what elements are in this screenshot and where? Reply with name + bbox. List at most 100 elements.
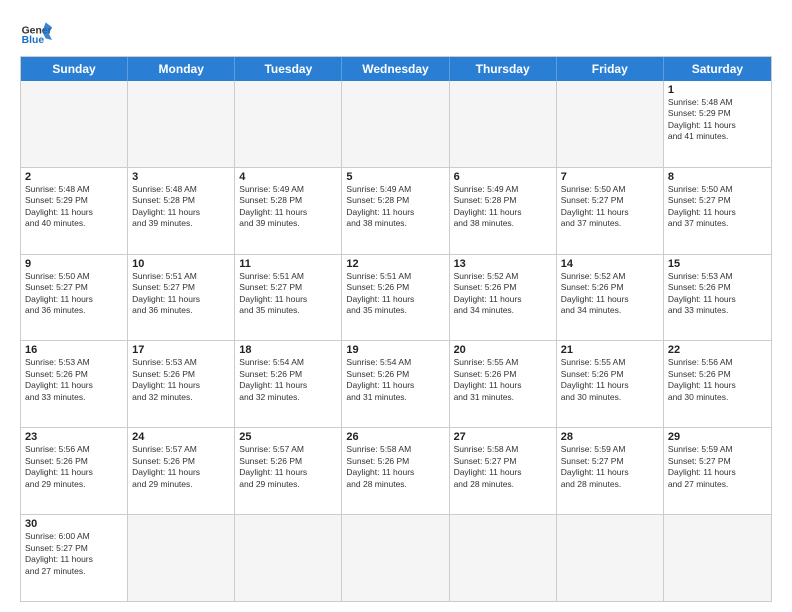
calendar-cell: 6Sunrise: 5:49 AM Sunset: 5:28 PM Daylig… — [450, 168, 557, 254]
generalblue-logo-icon: General Blue — [20, 16, 52, 48]
header-day-wednesday: Wednesday — [342, 57, 449, 81]
header: General Blue — [20, 16, 772, 48]
calendar-cell: 5Sunrise: 5:49 AM Sunset: 5:28 PM Daylig… — [342, 168, 449, 254]
cell-content: Sunrise: 5:56 AM Sunset: 5:26 PM Dayligh… — [668, 357, 767, 403]
day-number: 8 — [668, 171, 767, 183]
cell-content: Sunrise: 5:57 AM Sunset: 5:26 PM Dayligh… — [239, 444, 337, 490]
cell-content: Sunrise: 5:51 AM Sunset: 5:26 PM Dayligh… — [346, 271, 444, 317]
day-number: 15 — [668, 258, 767, 270]
calendar-cell: 24Sunrise: 5:57 AM Sunset: 5:26 PM Dayli… — [128, 428, 235, 514]
day-number: 3 — [132, 171, 230, 183]
day-number: 23 — [25, 431, 123, 443]
cell-content: Sunrise: 5:59 AM Sunset: 5:27 PM Dayligh… — [561, 444, 659, 490]
calendar-cell — [235, 515, 342, 601]
cell-content: Sunrise: 5:48 AM Sunset: 5:29 PM Dayligh… — [668, 97, 767, 143]
day-number: 13 — [454, 258, 552, 270]
day-number: 21 — [561, 344, 659, 356]
calendar-cell: 20Sunrise: 5:55 AM Sunset: 5:26 PM Dayli… — [450, 341, 557, 427]
calendar-cell: 18Sunrise: 5:54 AM Sunset: 5:26 PM Dayli… — [235, 341, 342, 427]
calendar-cell — [235, 81, 342, 167]
calendar-row-4: 16Sunrise: 5:53 AM Sunset: 5:26 PM Dayli… — [21, 340, 771, 427]
calendar-cell: 16Sunrise: 5:53 AM Sunset: 5:26 PM Dayli… — [21, 341, 128, 427]
day-number: 12 — [346, 258, 444, 270]
calendar-cell: 17Sunrise: 5:53 AM Sunset: 5:26 PM Dayli… — [128, 341, 235, 427]
cell-content: Sunrise: 5:53 AM Sunset: 5:26 PM Dayligh… — [132, 357, 230, 403]
day-number: 24 — [132, 431, 230, 443]
calendar-cell: 19Sunrise: 5:54 AM Sunset: 5:26 PM Dayli… — [342, 341, 449, 427]
cell-content: Sunrise: 5:50 AM Sunset: 5:27 PM Dayligh… — [561, 184, 659, 230]
calendar-row-2: 2Sunrise: 5:48 AM Sunset: 5:29 PM Daylig… — [21, 167, 771, 254]
header-day-tuesday: Tuesday — [235, 57, 342, 81]
calendar-cell — [450, 515, 557, 601]
calendar-row-3: 9Sunrise: 5:50 AM Sunset: 5:27 PM Daylig… — [21, 254, 771, 341]
day-number: 29 — [668, 431, 767, 443]
cell-content: Sunrise: 5:48 AM Sunset: 5:29 PM Dayligh… — [25, 184, 123, 230]
cell-content: Sunrise: 5:49 AM Sunset: 5:28 PM Dayligh… — [346, 184, 444, 230]
logo: General Blue — [20, 16, 52, 48]
calendar-cell: 26Sunrise: 5:58 AM Sunset: 5:26 PM Dayli… — [342, 428, 449, 514]
cell-content: Sunrise: 5:53 AM Sunset: 5:26 PM Dayligh… — [25, 357, 123, 403]
header-day-thursday: Thursday — [450, 57, 557, 81]
calendar-cell: 21Sunrise: 5:55 AM Sunset: 5:26 PM Dayli… — [557, 341, 664, 427]
calendar-cell: 10Sunrise: 5:51 AM Sunset: 5:27 PM Dayli… — [128, 255, 235, 341]
svg-text:Blue: Blue — [22, 35, 45, 46]
calendar-cell: 23Sunrise: 5:56 AM Sunset: 5:26 PM Dayli… — [21, 428, 128, 514]
calendar-cell — [21, 81, 128, 167]
calendar-row-5: 23Sunrise: 5:56 AM Sunset: 5:26 PM Dayli… — [21, 427, 771, 514]
day-number: 11 — [239, 258, 337, 270]
day-number: 10 — [132, 258, 230, 270]
calendar-cell: 28Sunrise: 5:59 AM Sunset: 5:27 PM Dayli… — [557, 428, 664, 514]
calendar-cell: 2Sunrise: 5:48 AM Sunset: 5:29 PM Daylig… — [21, 168, 128, 254]
calendar-cell: 15Sunrise: 5:53 AM Sunset: 5:26 PM Dayli… — [664, 255, 771, 341]
calendar-cell — [450, 81, 557, 167]
cell-content: Sunrise: 5:50 AM Sunset: 5:27 PM Dayligh… — [25, 271, 123, 317]
day-number: 19 — [346, 344, 444, 356]
cell-content: Sunrise: 5:52 AM Sunset: 5:26 PM Dayligh… — [561, 271, 659, 317]
calendar-row-6: 30Sunrise: 6:00 AM Sunset: 5:27 PM Dayli… — [21, 514, 771, 601]
day-number: 1 — [668, 84, 767, 96]
day-number: 22 — [668, 344, 767, 356]
day-number: 30 — [25, 518, 123, 530]
calendar-cell: 8Sunrise: 5:50 AM Sunset: 5:27 PM Daylig… — [664, 168, 771, 254]
header-day-monday: Monday — [128, 57, 235, 81]
cell-content: Sunrise: 5:57 AM Sunset: 5:26 PM Dayligh… — [132, 444, 230, 490]
calendar-cell: 3Sunrise: 5:48 AM Sunset: 5:28 PM Daylig… — [128, 168, 235, 254]
cell-content: Sunrise: 5:58 AM Sunset: 5:26 PM Dayligh… — [346, 444, 444, 490]
calendar-cell: 11Sunrise: 5:51 AM Sunset: 5:27 PM Dayli… — [235, 255, 342, 341]
day-number: 28 — [561, 431, 659, 443]
cell-content: Sunrise: 5:53 AM Sunset: 5:26 PM Dayligh… — [668, 271, 767, 317]
cell-content: Sunrise: 5:58 AM Sunset: 5:27 PM Dayligh… — [454, 444, 552, 490]
cell-content: Sunrise: 5:54 AM Sunset: 5:26 PM Dayligh… — [346, 357, 444, 403]
page: General Blue SundayMondayTuesdayWednesda… — [0, 0, 792, 612]
day-number: 6 — [454, 171, 552, 183]
day-number: 26 — [346, 431, 444, 443]
calendar-cell — [128, 515, 235, 601]
calendar: SundayMondayTuesdayWednesdayThursdayFrid… — [20, 56, 772, 602]
cell-content: Sunrise: 6:00 AM Sunset: 5:27 PM Dayligh… — [25, 531, 123, 577]
calendar-body: 1Sunrise: 5:48 AM Sunset: 5:29 PM Daylig… — [21, 81, 771, 601]
calendar-cell: 12Sunrise: 5:51 AM Sunset: 5:26 PM Dayli… — [342, 255, 449, 341]
calendar-cell: 22Sunrise: 5:56 AM Sunset: 5:26 PM Dayli… — [664, 341, 771, 427]
day-number: 20 — [454, 344, 552, 356]
calendar-cell — [557, 515, 664, 601]
cell-content: Sunrise: 5:51 AM Sunset: 5:27 PM Dayligh… — [132, 271, 230, 317]
calendar-cell: 30Sunrise: 6:00 AM Sunset: 5:27 PM Dayli… — [21, 515, 128, 601]
calendar-cell — [557, 81, 664, 167]
day-number: 25 — [239, 431, 337, 443]
calendar-cell: 1Sunrise: 5:48 AM Sunset: 5:29 PM Daylig… — [664, 81, 771, 167]
header-day-friday: Friday — [557, 57, 664, 81]
calendar-cell: 4Sunrise: 5:49 AM Sunset: 5:28 PM Daylig… — [235, 168, 342, 254]
cell-content: Sunrise: 5:48 AM Sunset: 5:28 PM Dayligh… — [132, 184, 230, 230]
cell-content: Sunrise: 5:49 AM Sunset: 5:28 PM Dayligh… — [239, 184, 337, 230]
cell-content: Sunrise: 5:50 AM Sunset: 5:27 PM Dayligh… — [668, 184, 767, 230]
day-number: 4 — [239, 171, 337, 183]
calendar-cell: 13Sunrise: 5:52 AM Sunset: 5:26 PM Dayli… — [450, 255, 557, 341]
day-number: 27 — [454, 431, 552, 443]
calendar-row-1: 1Sunrise: 5:48 AM Sunset: 5:29 PM Daylig… — [21, 81, 771, 167]
cell-content: Sunrise: 5:56 AM Sunset: 5:26 PM Dayligh… — [25, 444, 123, 490]
cell-content: Sunrise: 5:59 AM Sunset: 5:27 PM Dayligh… — [668, 444, 767, 490]
header-day-saturday: Saturday — [664, 57, 771, 81]
calendar-cell: 29Sunrise: 5:59 AM Sunset: 5:27 PM Dayli… — [664, 428, 771, 514]
day-number: 7 — [561, 171, 659, 183]
day-number: 2 — [25, 171, 123, 183]
